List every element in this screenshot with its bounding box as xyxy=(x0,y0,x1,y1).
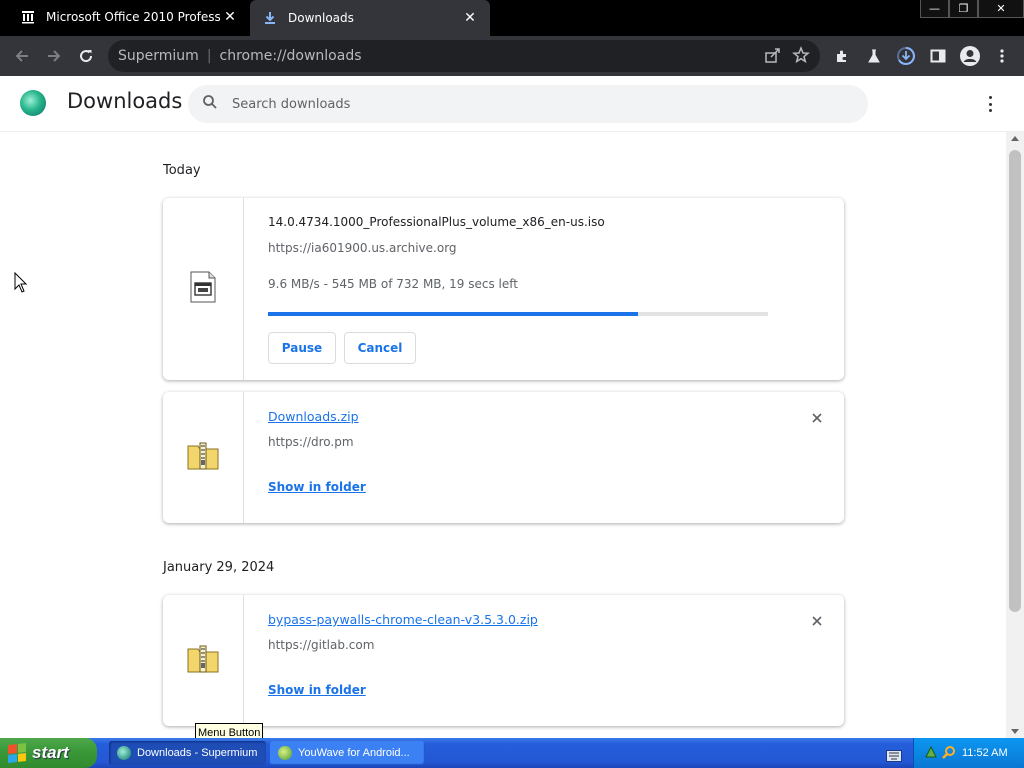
date-header: January 29, 2024 xyxy=(163,560,275,575)
search-icon xyxy=(202,94,218,114)
download-item: 14.0.4734.1000_ProfessionalPlus_volume_x… xyxy=(163,198,844,380)
minimize-button[interactable]: — xyxy=(920,0,949,18)
close-window-button[interactable]: ✕ xyxy=(978,0,1024,18)
share-icon[interactable] xyxy=(764,46,782,68)
start-label: start xyxy=(32,743,69,762)
remove-from-list-icon[interactable] xyxy=(810,410,824,424)
file-source-url[interactable]: https://ia601900.us.archive.org xyxy=(268,241,457,255)
zip-folder-icon xyxy=(186,644,220,678)
window-controls: — ❐ ✕ xyxy=(920,0,1024,18)
taskbar-item-downloads[interactable]: Downloads - Supermium xyxy=(109,741,266,765)
browser-menu-icon[interactable] xyxy=(990,44,1014,68)
star-icon[interactable] xyxy=(792,45,810,68)
restore-button[interactable]: ❐ xyxy=(949,0,978,18)
tab-downloads[interactable]: Downloads ✕ xyxy=(250,0,490,36)
page-title: Downloads xyxy=(67,89,183,113)
download-icon-column xyxy=(163,198,244,380)
back-icon[interactable] xyxy=(10,44,34,68)
tab-close-icon[interactable]: ✕ xyxy=(220,9,240,25)
tab-close-icon[interactable]: ✕ xyxy=(460,10,480,26)
profile-icon[interactable] xyxy=(958,44,982,68)
search-box[interactable] xyxy=(188,85,868,123)
reload-icon[interactable] xyxy=(74,44,98,68)
pause-button[interactable]: Pause xyxy=(268,332,336,364)
supermium-icon xyxy=(117,746,131,760)
tab-title: Microsoft Office 2010 Professional P xyxy=(46,10,220,24)
download-item: Downloads.zip https://dro.pm Show in fol… xyxy=(163,392,844,523)
file-name-link[interactable]: Downloads.zip xyxy=(268,409,359,424)
download-icon xyxy=(262,10,278,26)
taskbar: start Downloads - Supermium YouWave for … xyxy=(0,738,1024,768)
zip-folder-icon xyxy=(186,441,220,475)
file-source-url[interactable]: https://dro.pm xyxy=(268,435,354,449)
tab-strip: Microsoft Office 2010 Professional P ✕ D… xyxy=(0,0,1024,36)
mouse-cursor-icon xyxy=(14,271,28,298)
tab-office-2010[interactable]: Microsoft Office 2010 Professional P ✕ xyxy=(0,0,248,34)
supermium-logo-icon xyxy=(20,90,46,116)
tab-title: Downloads xyxy=(288,11,354,25)
scroll-down-arrow-icon[interactable] xyxy=(1011,729,1019,734)
show-in-folder-link[interactable]: Show in folder xyxy=(268,480,366,494)
download-icon-column xyxy=(163,392,244,523)
download-progress-icon[interactable] xyxy=(894,44,918,68)
date-header: Today xyxy=(163,163,201,178)
download-status: 9.6 MB/s - 545 MB of 732 MB, 19 secs lef… xyxy=(268,277,518,291)
youwave-icon xyxy=(278,746,292,760)
taskbar-item-youwave[interactable]: YouWave for Android... xyxy=(270,741,425,765)
iso-file-icon xyxy=(189,271,217,307)
windows-logo-icon xyxy=(8,743,26,763)
taskbar-item-label: YouWave for Android... xyxy=(298,747,410,759)
file-source-url[interactable]: https://gitlab.com xyxy=(268,638,374,652)
forward-icon[interactable] xyxy=(42,44,66,68)
system-tray: 11:52 AM xyxy=(913,738,1024,768)
start-button[interactable]: start xyxy=(0,738,97,768)
show-in-folder-link[interactable]: Show in folder xyxy=(268,683,366,697)
taskbar-item-label: Downloads - Supermium xyxy=(137,747,258,759)
remove-from-list-icon[interactable] xyxy=(810,613,824,627)
labs-icon[interactable] xyxy=(862,44,886,68)
omnibox-origin: Supermium xyxy=(118,48,199,64)
keyboard-icon[interactable] xyxy=(886,747,902,762)
network-icon[interactable] xyxy=(924,745,938,762)
search-tray-icon[interactable] xyxy=(942,745,956,762)
file-name-link[interactable]: bypass-paywalls-chrome-clean-v3.5.3.0.zi… xyxy=(268,612,538,627)
search-input[interactable] xyxy=(232,96,832,112)
download-progress-bar xyxy=(268,312,768,316)
scroll-up-arrow-icon[interactable] xyxy=(1011,136,1019,141)
more-actions-icon[interactable] xyxy=(980,94,1000,114)
omnibox-url: chrome://downloads xyxy=(219,48,362,64)
downloads-header: Downloads xyxy=(0,76,1024,132)
address-bar[interactable]: Supermium | chrome://downloads xyxy=(108,40,820,72)
page-scrollbar[interactable] xyxy=(1006,132,1024,738)
archive-org-icon xyxy=(20,9,36,25)
download-icon-column xyxy=(163,595,244,726)
scrollbar-thumb[interactable] xyxy=(1009,150,1021,612)
omnibox-separator: | xyxy=(206,48,212,64)
download-item: bypass-paywalls-chrome-clean-v3.5.3.0.zi… xyxy=(163,595,844,726)
extensions-icon[interactable] xyxy=(830,44,854,68)
browser-toolbar: Supermium | chrome://downloads xyxy=(0,36,1024,76)
file-name: 14.0.4734.1000_ProfessionalPlus_volume_x… xyxy=(268,215,605,229)
cancel-button[interactable]: Cancel xyxy=(344,332,416,364)
downloads-list: Today 14.0.4734.1000_ProfessionalPlus_vo… xyxy=(0,132,1006,738)
progress-fill xyxy=(268,312,638,316)
clock[interactable]: 11:52 AM xyxy=(962,747,1008,759)
sidepanel-icon[interactable] xyxy=(926,44,950,68)
